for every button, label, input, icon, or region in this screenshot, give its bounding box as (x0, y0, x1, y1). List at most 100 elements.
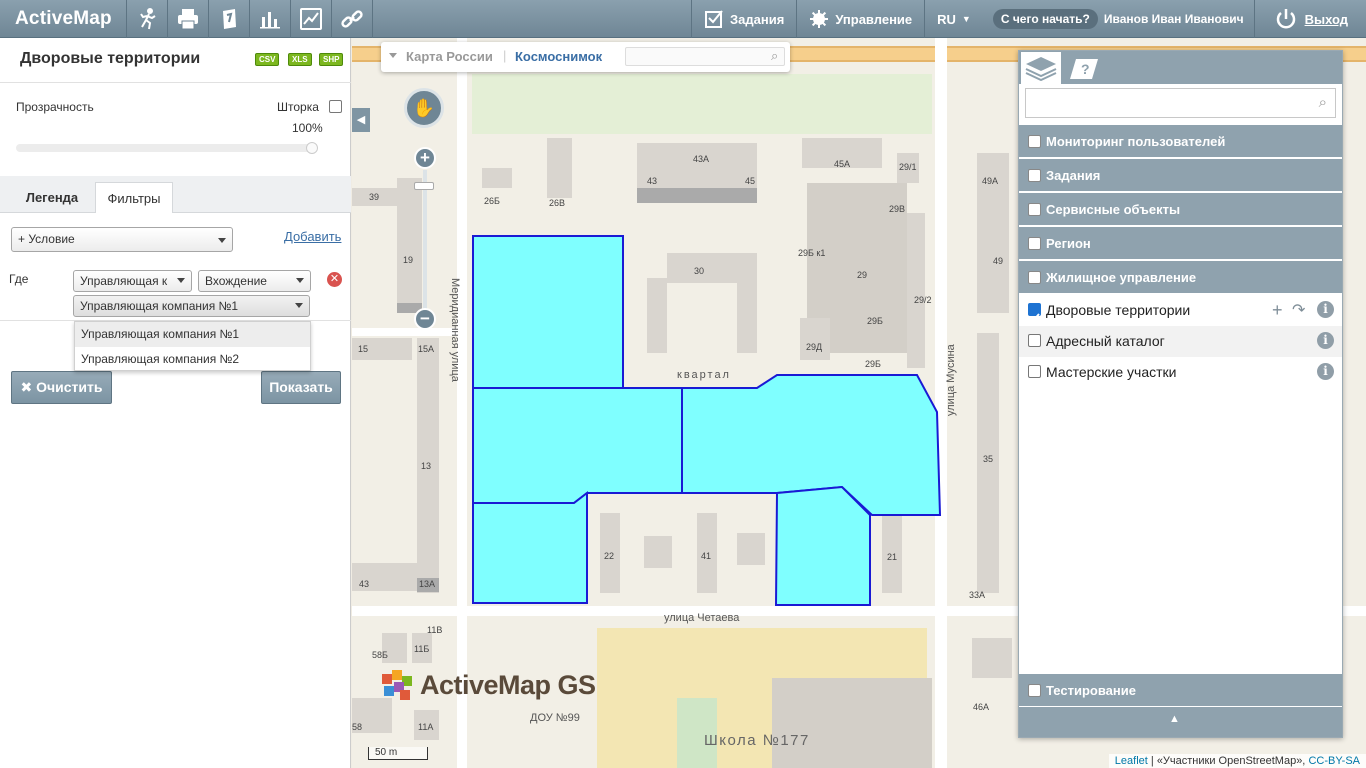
language-select[interactable]: RU ▼ (924, 0, 983, 38)
export-shp-button[interactable]: SHP (319, 53, 344, 66)
collapse-panel-button[interactable]: ◀ (352, 108, 370, 132)
zoom-in-button[interactable]: + (414, 147, 436, 169)
layer-group[interactable]: Тестирование (1019, 674, 1342, 707)
add-link[interactable]: Добавить (284, 229, 341, 244)
info-icon[interactable]: i (1317, 363, 1334, 380)
printer-icon[interactable] (168, 0, 209, 38)
layer-item[interactable]: Адресный каталог i (1019, 326, 1342, 357)
building-label: 13А (419, 579, 435, 589)
clear-button[interactable]: ✖ Очистить (11, 371, 112, 404)
app-logo[interactable]: ActiveMap (0, 0, 127, 38)
dropdown-option[interactable]: Управляющая компания №2 (75, 347, 310, 372)
chevron-down-icon (296, 278, 304, 283)
layer-label: Дворовые территории (1046, 302, 1191, 318)
pan-control[interactable]: ✋ (404, 88, 444, 128)
layer-label: Мастерские участки (1046, 364, 1177, 380)
tasks-menu[interactable]: Задания (691, 0, 796, 38)
redo-icon[interactable]: ↷ (1292, 295, 1305, 326)
bar-chart-icon[interactable] (250, 0, 291, 38)
building-label: 15А (418, 344, 434, 354)
transparency-slider[interactable] (16, 142, 318, 154)
chevron-down-icon (218, 238, 226, 243)
search-icon[interactable]: ⌕ (771, 48, 778, 64)
building-label: 45А (834, 159, 850, 169)
lang-label: RU (937, 11, 956, 27)
curtain-checkbox[interactable] (329, 100, 342, 113)
exit-button[interactable]: Выход (1255, 8, 1366, 30)
user-name[interactable]: Иванов Иван Иванович (1104, 0, 1255, 38)
info-icon[interactable]: i (1317, 301, 1334, 318)
layer-group[interactable]: Сервисные объекты (1019, 193, 1342, 226)
chevron-down-icon (177, 278, 185, 283)
group-checkbox[interactable] (1028, 135, 1041, 148)
satellite-link[interactable]: Космоснимок (515, 49, 602, 64)
leaflet-link[interactable]: Leaflet (1115, 755, 1148, 767)
chevron-down-icon[interactable] (389, 53, 397, 58)
building-label: 43 (359, 579, 369, 589)
building-label: 29Д (806, 342, 822, 352)
compass-person-icon[interactable] (127, 0, 168, 38)
value-select[interactable]: Управляющая компания №1 (73, 295, 310, 317)
building-label: 58Б (372, 650, 388, 660)
group-checkbox[interactable] (1028, 169, 1041, 182)
condition-select-value: + Условие (18, 232, 75, 246)
link-icon[interactable] (332, 0, 373, 38)
map-view[interactable]: 39 26Б 26В 43А 43 45 45А 29/1 49А 29В 19… (352, 38, 1366, 768)
layer-group[interactable]: Жилищное управление (1019, 261, 1342, 294)
building-label: 45 (745, 176, 755, 186)
building-label: 11В (427, 625, 442, 635)
group-checkbox[interactable] (1028, 203, 1041, 216)
remove-condition-icon[interactable]: ✕ (327, 272, 342, 287)
collapse-up-icon[interactable]: ▲ (1169, 713, 1180, 725)
basemap-russia-link[interactable]: Карта России (406, 49, 493, 64)
manage-menu[interactable]: Управление (796, 0, 924, 38)
map-help-icon: ? (1070, 59, 1098, 79)
add-icon[interactable]: + (1272, 295, 1283, 326)
building-label: 29/2 (914, 295, 932, 305)
layer-group[interactable]: Мониторинг пользователей (1019, 125, 1342, 158)
layer-item[interactable]: Мастерские участки i (1019, 357, 1342, 388)
zoom-out-button[interactable]: − (414, 308, 436, 330)
info-icon[interactable]: i (1317, 332, 1334, 349)
map-search-input[interactable] (625, 47, 785, 66)
group-label: Сервисные объекты (1046, 202, 1181, 217)
building-label: 15 (358, 344, 368, 354)
exit-label: Выход (1304, 11, 1348, 27)
export-xls-button[interactable]: XLS (288, 53, 312, 66)
notes-icon[interactable] (209, 0, 250, 38)
group-checkbox[interactable] (1028, 271, 1041, 284)
export-csv-button[interactable]: CSV (255, 53, 280, 66)
layers-panel: ? ⌕ Мониторинг пользователей Задания Сер… (1018, 50, 1343, 738)
condition-select[interactable]: + Условие (11, 227, 233, 252)
layer-search-input[interactable]: ⌕ (1025, 88, 1336, 118)
group-label: Мониторинг пользователей (1046, 134, 1226, 149)
zoom-slider-handle[interactable] (414, 182, 434, 190)
layers-tab[interactable] (1021, 52, 1061, 84)
layer-group[interactable]: Задания (1019, 159, 1342, 192)
license-link[interactable]: CC-BY-SA (1308, 755, 1360, 767)
layer-checkbox[interactable] (1028, 365, 1041, 378)
group-checkbox[interactable] (1028, 684, 1041, 697)
layers-panel-tabs: ? (1019, 51, 1342, 84)
slider-handle[interactable] (306, 142, 318, 154)
operator-select[interactable]: Вхождение (198, 270, 311, 292)
group-checkbox[interactable] (1028, 237, 1041, 250)
line-chart-icon[interactable] (291, 0, 332, 38)
dropdown-option[interactable]: Управляющая компания №1 (75, 322, 310, 347)
layer-item[interactable]: Дворовые территории + ↷ i (1019, 295, 1342, 326)
brand-text: ActiveMap GS (420, 669, 596, 700)
tab-legend[interactable]: Легенда (10, 182, 94, 213)
show-button[interactable]: Показать (261, 371, 341, 404)
street-label: улица Четаева (664, 612, 740, 624)
transparency-value: 100% (292, 121, 323, 135)
layer-group[interactable]: Регион (1019, 227, 1342, 260)
layer-checkbox[interactable] (1028, 334, 1041, 347)
tab-filters[interactable]: Фильтры (95, 182, 173, 213)
getting-started-button[interactable]: С чего начать? (992, 9, 1098, 29)
layer-checkbox[interactable] (1028, 303, 1041, 323)
map-search-bar: Карта России | Космоснимок ⌕ (381, 42, 790, 72)
search-icon[interactable]: ⌕ (1319, 94, 1327, 111)
zoom-slider[interactable] (423, 170, 427, 316)
legend-help-tab[interactable]: ? (1063, 52, 1103, 84)
field-select[interactable]: Управляющая к (73, 270, 192, 292)
